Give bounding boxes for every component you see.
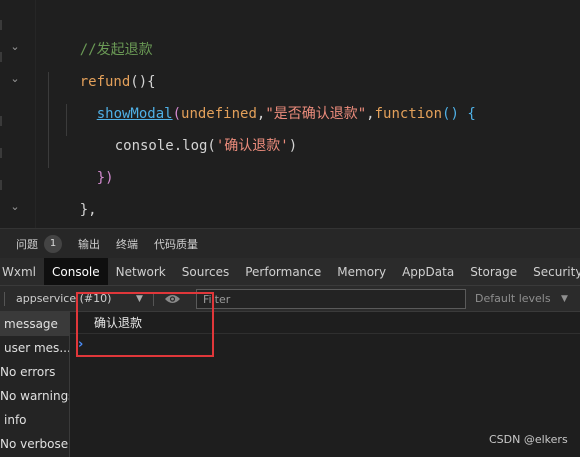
gutter-mark: [0, 116, 2, 126]
tab-appdata[interactable]: AppData: [394, 258, 462, 285]
code-line-2: refund(){: [46, 40, 156, 90]
code-line-1: //发起退款: [46, 8, 153, 58]
sidebar-item-info[interactable]: info: [0, 408, 69, 432]
code-string: '确认退款': [215, 138, 289, 154]
code-line-7: /**: [46, 200, 105, 228]
tab-wxml[interactable]: Wxml: [0, 258, 44, 285]
tab-console[interactable]: Console: [44, 258, 108, 285]
tab-output-label: 输出: [78, 237, 100, 251]
toolbar-divider: [4, 292, 5, 306]
sidebar-item-user-messages[interactable]: user mes...: [0, 336, 69, 360]
gutter-mark: [0, 20, 2, 30]
fold-chevron-icon[interactable]: ⌄: [8, 72, 22, 86]
code-line-6: },: [46, 168, 97, 218]
code-keyword: function: [374, 106, 443, 122]
tab-code-quality[interactable]: 代码质量: [154, 236, 198, 252]
tab-problems-label: 问题: [16, 237, 38, 251]
tab-terminal-label: 终端: [116, 237, 138, 251]
sidebar-item-messages[interactable]: message: [0, 312, 69, 336]
chevron-down-icon[interactable]: ▼: [561, 286, 568, 312]
editor-gutter: ⌄ ⌄ ⌄: [0, 0, 36, 228]
code-punctuation: () {: [442, 106, 476, 122]
tab-memory[interactable]: Memory: [329, 258, 394, 285]
problems-count-badge: 1: [44, 234, 62, 253]
tab-problems[interactable]: 问题 1: [16, 234, 62, 253]
fold-chevron-icon[interactable]: ⌄: [8, 200, 22, 214]
code-punctuation: ): [288, 138, 298, 154]
filter-input[interactable]: [196, 289, 466, 309]
tab-performance[interactable]: Performance: [237, 258, 329, 285]
code-line-5: }): [63, 136, 114, 186]
code-object-call: console.log(: [114, 138, 216, 154]
gutter-mark: [0, 148, 2, 158]
devtools-tabs: Wxml Console Network Sources Performance…: [0, 258, 580, 286]
tab-storage[interactable]: Storage: [462, 258, 525, 285]
code-line-3: showModal(undefined,"是否确认退款",function() …: [63, 72, 476, 122]
tab-terminal[interactable]: 终端: [116, 236, 138, 252]
log-levels-dropdown[interactable]: Default levels: [475, 286, 551, 312]
sidebar-item-warnings[interactable]: No warnings: [0, 384, 69, 408]
code-punctuation: }): [96, 170, 114, 186]
code-line-4: console.log('确认退款'): [81, 104, 297, 154]
tab-output[interactable]: 输出: [78, 236, 100, 252]
gutter-mark: [0, 180, 2, 190]
sidebar-item-verbose[interactable]: No verbose: [0, 432, 69, 456]
tab-sources[interactable]: Sources: [174, 258, 237, 285]
console-sidebar: message user mes... No errors No warning…: [0, 312, 70, 457]
tab-code-quality-label: 代码质量: [154, 237, 198, 251]
gutter-mark: [0, 52, 2, 62]
sidebar-item-errors[interactable]: No errors: [0, 360, 69, 384]
code-editor[interactable]: ⌄ ⌄ ⌄ //发起退款 refund(){ showModal(undefin…: [0, 0, 580, 228]
panel-tabs: 问题 1 输出 终端 代码质量: [0, 228, 580, 258]
watermark: CSDN @elkers: [489, 433, 568, 446]
tab-network[interactable]: Network: [108, 258, 174, 285]
highlight-annotation-box: [76, 292, 214, 357]
tab-security[interactable]: Security: [525, 258, 580, 285]
fold-chevron-icon[interactable]: ⌄: [8, 40, 22, 54]
code-punctuation: ,: [366, 106, 375, 122]
